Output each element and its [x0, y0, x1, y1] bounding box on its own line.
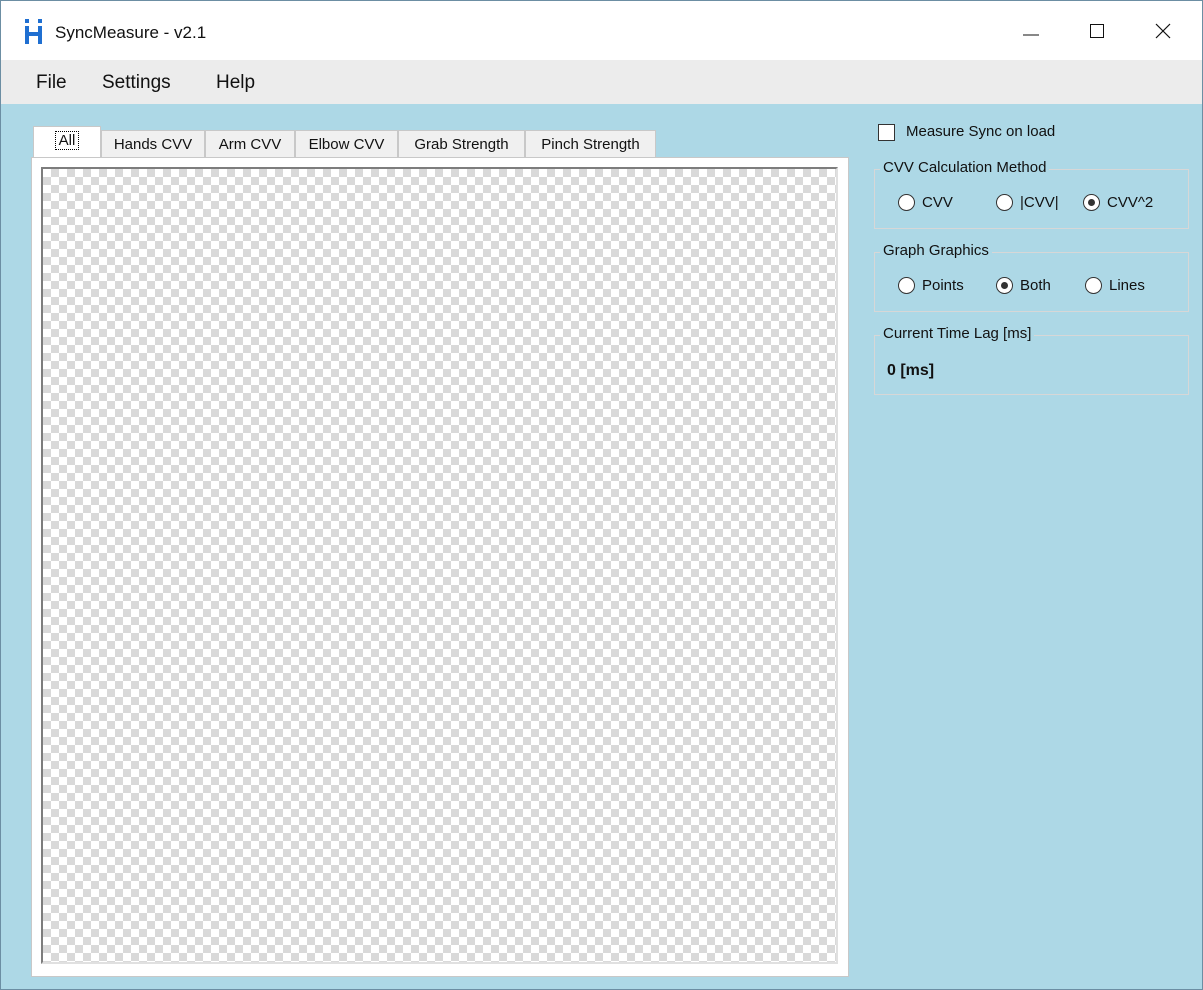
- graph-graphics-group: Graph Graphics Points Both Lines: [874, 242, 1189, 312]
- menu-help[interactable]: Help: [216, 72, 255, 94]
- radio-label: CVV: [922, 194, 953, 211]
- tab-elbow-cvv[interactable]: Elbow CVV: [295, 130, 398, 157]
- menu-settings[interactable]: Settings: [102, 72, 171, 94]
- tab-pinch-strength[interactable]: Pinch Strength: [525, 130, 656, 157]
- measure-sync-label: Measure Sync on load: [906, 123, 1056, 140]
- checkbox-box[interactable]: [878, 124, 895, 141]
- title-bar: SyncMeasure - v2.1: [1, 1, 1202, 60]
- time-lag-group: Current Time Lag [ms] 0 [ms]: [874, 325, 1189, 395]
- tab-panel: [31, 157, 849, 977]
- window-title: SyncMeasure - v2.1: [55, 23, 207, 42]
- radio-circle: [996, 194, 1013, 211]
- tab-all-label: All: [54, 131, 80, 150]
- radio-circle: [898, 194, 915, 211]
- time-lag-title: Current Time Lag [ms]: [880, 325, 1035, 342]
- close-icon: [1155, 23, 1171, 39]
- radio-label: Points: [922, 277, 964, 294]
- radio-circle: [1083, 194, 1100, 211]
- app-window: SyncMeasure - v2.1 File Settings Help Al…: [0, 0, 1203, 990]
- maximize-button[interactable]: [1064, 1, 1130, 60]
- radio-label: |CVV|: [1020, 194, 1059, 211]
- graph-canvas[interactable]: [41, 167, 838, 964]
- close-button[interactable]: [1130, 1, 1196, 60]
- radio-label: Lines: [1109, 277, 1145, 294]
- tab-grab-strength[interactable]: Grab Strength: [398, 130, 525, 157]
- radio-label: CVV^2: [1107, 194, 1154, 211]
- graph-graphics-title: Graph Graphics: [880, 242, 992, 259]
- minimize-button[interactable]: [998, 1, 1064, 60]
- radio-label: Both: [1020, 277, 1051, 294]
- maximize-icon: [1090, 24, 1104, 38]
- time-lag-value: 0 [ms]: [887, 362, 935, 379]
- menu-bar: File Settings Help: [1, 60, 1202, 104]
- minimize-icon: [1023, 34, 1039, 36]
- tab-arm-cvv[interactable]: Arm CVV: [205, 130, 295, 157]
- radio-circle: [898, 277, 915, 294]
- app-logo-icon: [25, 19, 42, 44]
- tab-all[interactable]: All: [33, 126, 101, 159]
- cvv-method-title: CVV Calculation Method: [880, 159, 1050, 176]
- radio-circle: [996, 277, 1013, 294]
- tab-hands-cvv[interactable]: Hands CVV: [101, 130, 205, 157]
- radio-circle: [1085, 277, 1102, 294]
- cvv-method-group: CVV Calculation Method CVV |CVV| CVV^2: [874, 159, 1189, 229]
- menu-file[interactable]: File: [36, 72, 67, 94]
